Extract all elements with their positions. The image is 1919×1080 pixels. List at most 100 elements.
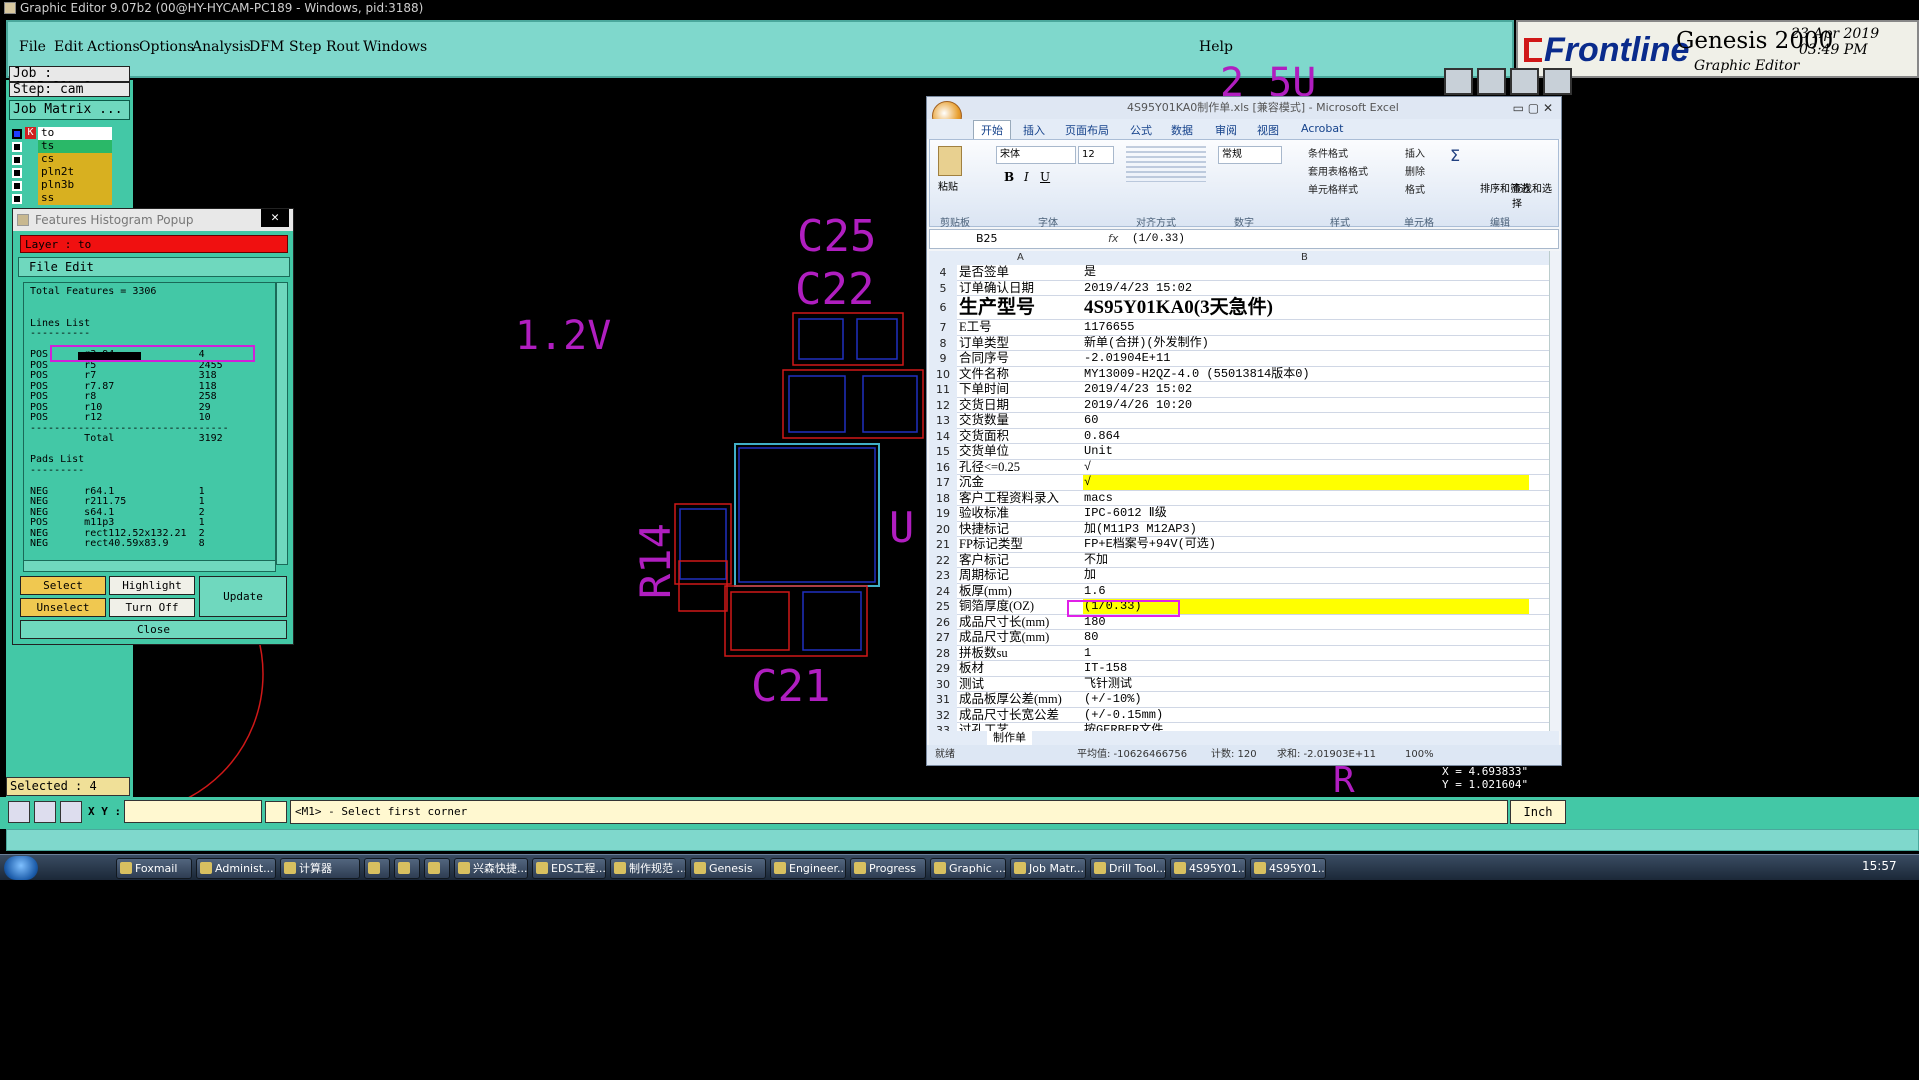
popup-menu-edit[interactable]: Edit: [65, 258, 94, 276]
cell-a[interactable]: 合同序号: [959, 351, 1081, 366]
taskbar-item[interactable]: [364, 858, 390, 879]
tab-page-layout[interactable]: 页面布局: [1065, 122, 1109, 138]
cell-a[interactable]: 订单类型: [959, 336, 1081, 351]
cell-a[interactable]: 板材: [959, 661, 1081, 676]
taskbar-item[interactable]: 4S95Y01...: [1170, 858, 1246, 879]
formula-input[interactable]: (1/0.33): [1132, 230, 1185, 248]
home-icon[interactable]: [1510, 68, 1539, 95]
row-number[interactable]: 7: [929, 320, 957, 336]
row-number[interactable]: 33: [929, 723, 957, 731]
cell-b[interactable]: 4S95Y01KA0(3天急件): [1083, 296, 1529, 320]
style-buttons[interactable]: 条件格式 套用表格格式 单元格样式: [1308, 146, 1368, 200]
select-button[interactable]: Select: [20, 576, 106, 595]
table-row[interactable]: 24 板厚(mm) 1.6: [929, 583, 1549, 599]
table-row[interactable]: 15 交货单位 Unit: [929, 444, 1549, 460]
menu-windows[interactable]: Windows: [363, 39, 427, 55]
cell-a[interactable]: 生产型号: [959, 296, 1081, 320]
cell-b[interactable]: MY13009-H2QZ-4.0 (55013814版本0): [1083, 367, 1529, 382]
menu-file[interactable]: File: [19, 39, 46, 55]
tab-data[interactable]: 数据: [1171, 122, 1193, 138]
menu-analysis[interactable]: Analysis: [192, 39, 251, 55]
tab-insert[interactable]: 插入: [1023, 122, 1045, 138]
table-row[interactable]: 30 测试 飞针测试: [929, 676, 1549, 692]
layer-checkbox[interactable]: [12, 155, 22, 165]
cell-b[interactable]: 2019/4/23 15:02: [1083, 281, 1529, 296]
taskbar-item[interactable]: Drill Tool...: [1090, 858, 1166, 879]
taskbar-item[interactable]: 计算器: [280, 858, 360, 879]
cell-b[interactable]: 按GERBER文件: [1083, 723, 1529, 731]
taskbar-item[interactable]: 制作规范 ...: [610, 858, 686, 879]
row-number[interactable]: 27: [929, 630, 957, 646]
cell-a[interactable]: 订单确认日期: [959, 281, 1081, 296]
table-row[interactable]: 18 客户工程资料录入 macs: [929, 490, 1549, 506]
highlight-button[interactable]: Highlight: [109, 576, 195, 595]
row-number[interactable]: 18: [929, 490, 957, 506]
table-row[interactable]: 22 客户标记 不加: [929, 552, 1549, 568]
turn-off-button[interactable]: Turn Off: [109, 598, 195, 617]
row-number[interactable]: 28: [929, 645, 957, 661]
taskbar-item[interactable]: Foxmail: [116, 858, 192, 879]
row-number[interactable]: 9: [929, 351, 957, 367]
table-row[interactable]: 8 订单类型 新单(合拼)(外发制作): [929, 335, 1549, 351]
list-horizontal-scrollbar[interactable]: [23, 560, 276, 572]
cell-a[interactable]: 文件名称: [959, 367, 1081, 382]
grid-icon[interactable]: [60, 801, 82, 823]
layer-checkbox[interactable]: [12, 181, 22, 191]
row-number[interactable]: 20: [929, 521, 957, 537]
row-number[interactable]: 25: [929, 599, 957, 615]
menu-actions[interactable]: Actions: [87, 39, 140, 55]
italic-icon[interactable]: I: [1024, 170, 1029, 184]
job-matrix-button[interactable]: Job Matrix ...: [9, 100, 130, 120]
row-number[interactable]: 21: [929, 537, 957, 553]
table-row[interactable]: 33 过孔工艺 按GERBER文件: [929, 723, 1549, 731]
column-a-header[interactable]: A: [1017, 251, 1024, 265]
delete-button[interactable]: 删除: [1405, 164, 1425, 182]
taskbar-item[interactable]: Genesis: [690, 858, 766, 879]
cell-a[interactable]: 拼板数su: [959, 646, 1081, 661]
cell-a[interactable]: E工号: [959, 320, 1081, 335]
table-row[interactable]: 20 快捷标记 加(M11P3 M12AP3): [929, 521, 1549, 537]
windows-icon[interactable]: [1543, 68, 1572, 95]
table-row[interactable]: 9 合同序号 -2.01904E+11: [929, 351, 1549, 367]
popup-close-icon[interactable]: ✕: [261, 209, 289, 227]
taskbar-item[interactable]: EDS工程...: [532, 858, 606, 879]
cell-a[interactable]: 交货面积: [959, 429, 1081, 444]
table-format-button[interactable]: 套用表格格式: [1308, 164, 1368, 182]
cell-b[interactable]: √: [1083, 475, 1529, 490]
table-row[interactable]: 19 验收标准 IPC-6012 Ⅱ级: [929, 506, 1549, 522]
layer-row-ts[interactable]: ts: [12, 140, 112, 153]
zoom-level[interactable]: 100%: [1405, 745, 1434, 765]
popup-menu-file[interactable]: File: [29, 258, 58, 276]
start-button-icon[interactable]: [4, 856, 38, 880]
cell-a[interactable]: 测试: [959, 677, 1081, 692]
name-box[interactable]: B25: [976, 230, 998, 248]
paste-icon[interactable]: [938, 146, 962, 176]
row-number[interactable]: 24: [929, 583, 957, 599]
menu-rout[interactable]: Rout: [326, 39, 360, 55]
measure-icon[interactable]: [34, 801, 56, 823]
taskbar-item[interactable]: 兴森快捷...: [454, 858, 528, 879]
cell-a[interactable]: 客户工程资料录入: [959, 491, 1081, 506]
taskbar-item[interactable]: Progress: [850, 858, 926, 879]
row-number[interactable]: 14: [929, 428, 957, 444]
cell-b[interactable]: 1: [1083, 646, 1529, 661]
cell-buttons[interactable]: 插入 删除 格式: [1405, 146, 1425, 200]
cell-b[interactable]: 2019/4/23 15:02: [1083, 382, 1529, 397]
table-row[interactable]: 11 下单时间 2019/4/23 15:02: [929, 382, 1549, 398]
cell-a[interactable]: FP标记类型: [959, 537, 1081, 552]
tab-formulas[interactable]: 公式: [1130, 122, 1152, 138]
xy-input[interactable]: [124, 800, 262, 823]
row-number[interactable]: 16: [929, 459, 957, 475]
cell-b[interactable]: (+/-10%): [1083, 692, 1529, 707]
cell-b[interactable]: 是: [1083, 265, 1529, 280]
taskbar-item[interactable]: [424, 858, 450, 879]
zoom-box-icon[interactable]: [8, 801, 30, 823]
table-row[interactable]: 27 成品尺寸宽(mm) 80: [929, 630, 1549, 646]
taskbar-item[interactable]: Job Matr...: [1010, 858, 1086, 879]
taskbar-item[interactable]: Administ...: [196, 858, 276, 879]
row-number[interactable]: 10: [929, 366, 957, 382]
table-row[interactable]: 29 板材 IT-158: [929, 661, 1549, 677]
row-number[interactable]: 15: [929, 444, 957, 460]
table-row[interactable]: 6 生产型号 4S95Y01KA0(3天急件): [929, 296, 1549, 320]
cell-b[interactable]: √: [1083, 460, 1529, 475]
